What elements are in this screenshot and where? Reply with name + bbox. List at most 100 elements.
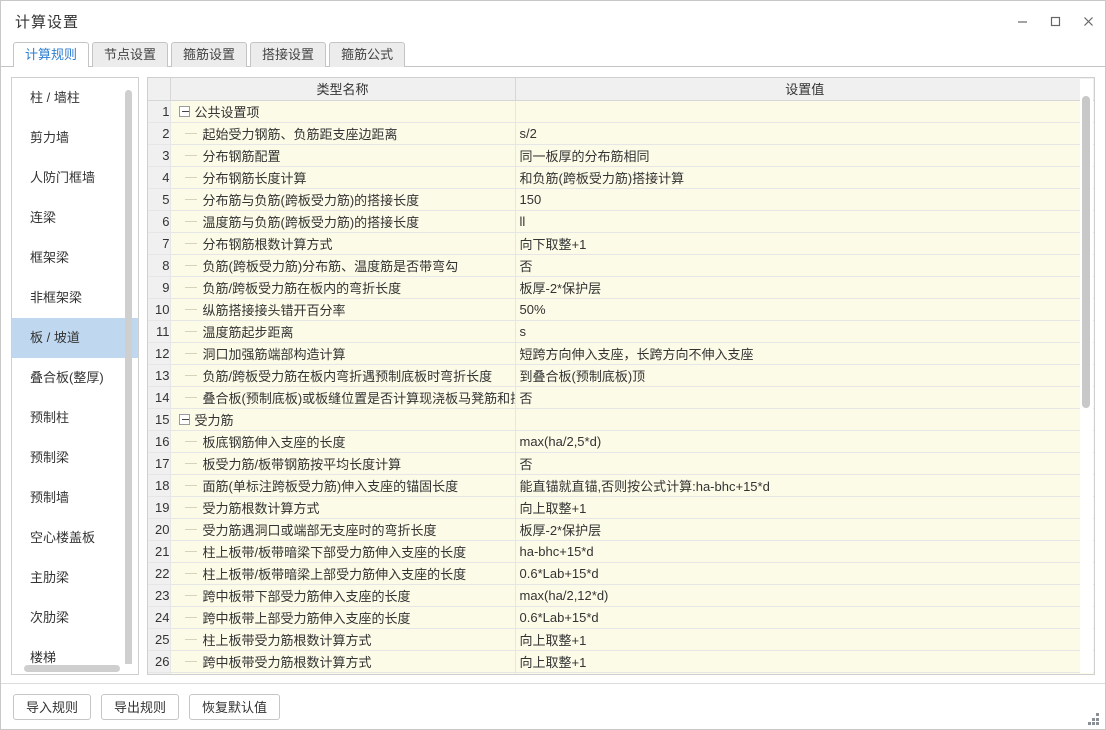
setting-value-cell[interactable]: 50% (515, 298, 1094, 321)
type-name-cell[interactable]: 柱上板带/板带暗梁下部受力筋伸入支座的长度 (170, 540, 516, 563)
table-row[interactable]: 13 负筋/跨板受力筋在板内弯折遇预制底板时弯折长度 到叠合板(预制底板)顶 (148, 364, 1094, 387)
type-name-cell[interactable]: 温度筋与负筋(跨板受力筋)的搭接长度 (170, 210, 516, 233)
type-name-cell[interactable]: 分布筋与负筋(跨板受力筋)的搭接长度 (170, 188, 516, 211)
table-row[interactable]: 26 跨中板带受力筋根数计算方式 向上取整+1 (148, 650, 1094, 673)
table-row[interactable]: 2 起始受力钢筋、负筋距支座边距离 s/2 (148, 122, 1094, 145)
tab-stirrup-formula[interactable]: 箍筋公式 (329, 42, 406, 67)
sidebar-item[interactable]: 非框架梁 (12, 278, 138, 318)
table-row[interactable]: 1 公共设置项 (148, 100, 1094, 123)
sidebar-item[interactable]: 预制梁 (12, 438, 138, 478)
setting-value-cell[interactable]: s (515, 320, 1094, 343)
type-name-cell[interactable]: 受力筋 (170, 408, 516, 431)
type-name-cell[interactable]: 受力筋根数计算方式 (170, 496, 516, 519)
setting-value-cell[interactable]: 否 (515, 386, 1094, 409)
type-name-cell[interactable]: 叠合板(预制底板)或板缝位置是否计算现浇板马凳筋和拉筋 (170, 386, 516, 409)
table-row[interactable]: 14 叠合板(预制底板)或板缝位置是否计算现浇板马凳筋和拉筋否 (148, 386, 1094, 409)
column-header-type-name[interactable]: 类型名称 (170, 78, 516, 101)
sidebar-vertical-scrollbar[interactable] (125, 84, 135, 674)
type-name-cell[interactable]: 面筋(单标注跨板受力筋)伸入支座的锚固长度 (170, 474, 516, 497)
type-name-cell[interactable]: 板底钢筋伸入支座的长度 (170, 430, 516, 453)
setting-value-cell[interactable]: 和负筋(跨板受力筋)搭接计算 (515, 166, 1094, 189)
import-rules-button[interactable]: 导入规则 (13, 693, 92, 720)
table-row[interactable]: 7 分布钢筋根数计算方式 向下取整+1 (148, 232, 1094, 255)
setting-value-cell[interactable]: 0.6*Lab+15*d (515, 606, 1094, 629)
type-name-cell[interactable]: 分布钢筋长度计算 (170, 166, 516, 189)
sidebar-item[interactable]: 预制墙 (12, 478, 138, 518)
sidebar-item[interactable]: 主肋梁 (12, 558, 138, 598)
sidebar-item[interactable]: 连梁 (12, 198, 138, 238)
table-row[interactable]: 10 纵筋搭接接头错开百分率 50% (148, 298, 1094, 321)
setting-value-cell[interactable]: 向上取整+1 (515, 628, 1094, 651)
sidebar-item[interactable]: 空心楼盖板 (12, 518, 138, 558)
setting-value-cell[interactable]: 板厚-2*保护层 (515, 276, 1094, 299)
table-row[interactable]: 11 温度筋起步距离 s (148, 320, 1094, 343)
resize-grip-icon[interactable] (1088, 713, 1100, 725)
table-row[interactable]: 23 跨中板带下部受力筋伸入支座的长度 max(ha/2,12*d) (148, 584, 1094, 607)
setting-value-cell[interactable]: 向上取整+1 (515, 650, 1094, 673)
table-row[interactable]: 15 受力筋 (148, 408, 1094, 431)
type-name-cell[interactable]: 负筋/跨板受力筋在板内弯折遇预制底板时弯折长度 (170, 364, 516, 387)
type-name-cell[interactable]: 板受力筋/板带钢筋按平均长度计算 (170, 452, 516, 475)
type-name-cell[interactable]: 受力筋遇洞口或端部无支座时的弯折长度 (170, 518, 516, 541)
table-row[interactable]: 19 受力筋根数计算方式 向上取整+1 (148, 496, 1094, 519)
setting-value-cell[interactable]: 能直锚就直锚,否则按公式计算:ha-bhc+15*d (515, 474, 1094, 497)
sidebar-item[interactable]: 楼梯 (12, 638, 138, 664)
sidebar-list[interactable]: 柱 / 墙柱 剪力墙 人防门框墙 连梁 框架梁 非框架梁板 / 坡道 叠合板(整厚) 预制柱预… (12, 78, 138, 664)
setting-value-cell[interactable]: 否 (515, 254, 1094, 277)
sidebar-item[interactable]: 柱 / 墙柱 (12, 78, 138, 118)
setting-value-cell[interactable] (515, 408, 1094, 431)
tab-calculation-rules[interactable]: 计算规则 (13, 42, 90, 67)
column-header-setting-value[interactable]: 设置值 (515, 78, 1094, 101)
sidebar-horizontal-scrollbar-thumb[interactable] (24, 665, 120, 672)
type-name-cell[interactable]: 洞口加强筋端部构造计算 (170, 342, 516, 365)
sidebar-item[interactable]: 板 / 坡道 (12, 318, 138, 358)
table-row[interactable]: 4 分布钢筋长度计算 和负筋(跨板受力筋)搭接计算 (148, 166, 1094, 189)
sidebar-item[interactable]: 框架梁 (12, 238, 138, 278)
table-row[interactable]: 5 分布筋与负筋(跨板受力筋)的搭接长度 150 (148, 188, 1094, 211)
restore-defaults-button[interactable]: 恢复默认值 (189, 693, 281, 720)
table-row[interactable]: 22 柱上板带/板带暗梁上部受力筋伸入支座的长度 0.6*Lab+15*d (148, 562, 1094, 585)
type-name-cell[interactable]: 跨中板带下部受力筋伸入支座的长度 (170, 584, 516, 607)
table-row[interactable]: 9 负筋/跨板受力筋在板内的弯折长度 板厚-2*保护层 (148, 276, 1094, 299)
type-name-cell[interactable]: 柱上板带受力筋根数计算方式 (170, 628, 516, 651)
setting-value-cell[interactable]: 短跨方向伸入支座，长跨方向不伸入支座 (515, 342, 1094, 365)
sidebar-vertical-scrollbar-thumb[interactable] (125, 90, 132, 674)
table-vertical-scrollbar-thumb[interactable] (1082, 96, 1090, 408)
table-row[interactable]: 24 跨中板带上部受力筋伸入支座的长度 0.6*Lab+15*d (148, 606, 1094, 629)
type-name-cell[interactable]: 柱上板带/板带暗梁的箍筋起始位置 (170, 672, 516, 674)
setting-value-cell[interactable]: max(ha/2,5*d) (515, 430, 1094, 453)
setting-value-cell[interactable]: 150 (515, 188, 1094, 211)
type-name-cell[interactable]: 柱上板带/板带暗梁上部受力筋伸入支座的长度 (170, 562, 516, 585)
setting-value-cell[interactable]: 同一板厚的分布筋相同 (515, 144, 1094, 167)
table-row[interactable]: 20 受力筋遇洞口或端部无支座时的弯折长度 板厚-2*保护层 (148, 518, 1094, 541)
table-row[interactable]: 17 板受力筋/板带钢筋按平均长度计算 否 (148, 452, 1094, 475)
setting-value-cell[interactable]: 板厚-2*保护层 (515, 518, 1094, 541)
table-row[interactable]: 3 分布钢筋配置 同一板厚的分布筋相同 (148, 144, 1094, 167)
sidebar-item[interactable]: 预制柱 (12, 398, 138, 438)
sidebar-item[interactable]: 次肋梁 (12, 598, 138, 638)
table-row[interactable]: 21 柱上板带/板带暗梁下部受力筋伸入支座的长度 ha-bhc+15*d (148, 540, 1094, 563)
setting-value-cell[interactable]: 向下取整+1 (515, 232, 1094, 255)
table-row[interactable]: 8 负筋(跨板受力筋)分布筋、温度筋是否带弯勾 否 (148, 254, 1094, 277)
setting-value-cell[interactable]: 否 (515, 452, 1094, 475)
setting-value-cell[interactable]: ha-bhc+15*d (515, 540, 1094, 563)
type-name-cell[interactable]: 公共设置项 (170, 100, 516, 123)
type-name-cell[interactable]: 分布钢筋配置 (170, 144, 516, 167)
setting-value-cell[interactable]: 0.6*Lab+15*d (515, 562, 1094, 585)
setting-value-cell[interactable]: max(ha/2,12*d) (515, 584, 1094, 607)
sidebar-item[interactable]: 人防门框墙 (12, 158, 138, 198)
setting-value-cell[interactable]: 到叠合板(预制底板)顶 (515, 364, 1094, 387)
table-row[interactable]: 16 板底钢筋伸入支座的长度 max(ha/2,5*d) (148, 430, 1094, 453)
type-name-cell[interactable]: 跨中板带受力筋根数计算方式 (170, 650, 516, 673)
sidebar-item[interactable]: 剪力墙 (12, 118, 138, 158)
setting-value-cell[interactable]: 向上取整+1 (515, 496, 1094, 519)
type-name-cell[interactable]: 温度筋起步距离 (170, 320, 516, 343)
maximize-button[interactable] (1039, 1, 1072, 41)
sidebar-horizontal-scrollbar[interactable] (12, 664, 138, 674)
type-name-cell[interactable]: 负筋(跨板受力筋)分布筋、温度筋是否带弯勾 (170, 254, 516, 277)
type-name-cell[interactable]: 起始受力钢筋、负筋距支座边距离 (170, 122, 516, 145)
table-row[interactable]: 25 柱上板带受力筋根数计算方式 向上取整+1 (148, 628, 1094, 651)
table-row[interactable]: 27 柱上板带/板带暗梁的箍筋起始位置 距柱边50mm (148, 672, 1094, 674)
table-vertical-scrollbar[interactable] (1080, 79, 1093, 673)
table-row[interactable]: 6 温度筋与负筋(跨板受力筋)的搭接长度 ll (148, 210, 1094, 233)
